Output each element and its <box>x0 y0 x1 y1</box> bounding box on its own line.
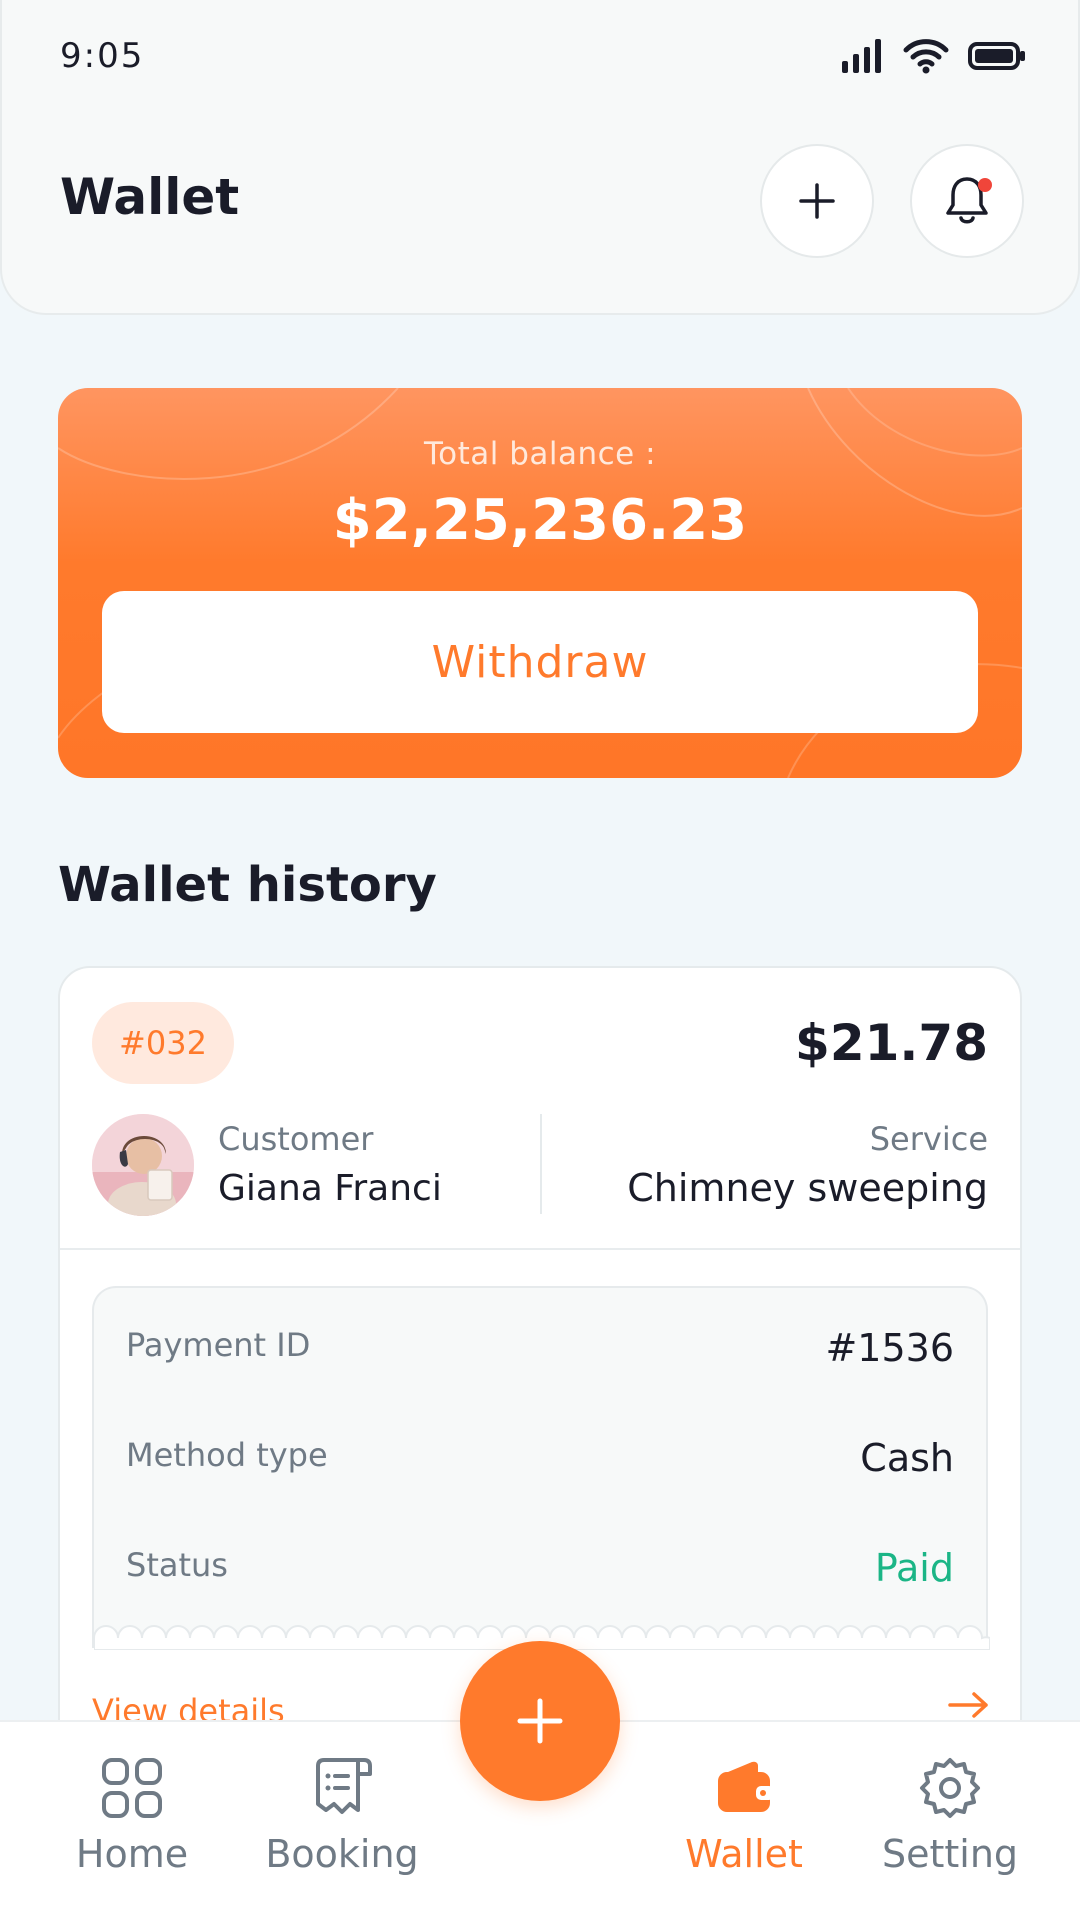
detail-value: Cash <box>860 1436 954 1480</box>
detail-value: #1536 <box>825 1326 954 1370</box>
status-value: Paid <box>874 1546 954 1590</box>
nav-item-wallet[interactable]: Wallet <box>644 1756 844 1876</box>
detail-row-method-type: Method type Cash <box>126 1436 954 1486</box>
divider <box>540 1114 542 1214</box>
nav-item-setting[interactable]: Setting <box>850 1756 1050 1876</box>
add-fab-button[interactable] <box>460 1641 620 1801</box>
customer-avatar <box>92 1114 194 1216</box>
arrow-right-icon[interactable] <box>948 1690 990 1720</box>
nav-label: Setting <box>881 1832 1019 1876</box>
nav-label: Home <box>75 1832 189 1876</box>
grid-icon <box>102 1758 162 1818</box>
receipt-icon <box>316 1758 372 1814</box>
order-id-badge: #032 <box>92 1002 234 1084</box>
nav-label: Wallet <box>685 1832 803 1876</box>
battery-icon <box>968 42 1025 70</box>
header: 9:05 Wallet <box>0 0 1080 315</box>
plus-icon <box>517 1698 563 1744</box>
detail-row-payment-id: Payment ID #1536 <box>126 1326 954 1376</box>
wallet-history-title: Wallet history <box>58 857 437 913</box>
signal-icon <box>842 39 881 73</box>
detail-label: Method type <box>126 1436 328 1474</box>
notifications-button[interactable] <box>910 144 1024 258</box>
balance-label: Total balance : <box>423 436 657 472</box>
notification-dot <box>978 178 992 192</box>
payment-details: Payment ID #1536 Method type Cash Status… <box>92 1286 990 1650</box>
wallet-icon <box>718 1761 774 1812</box>
balance-card: Total balance : $2,25,236.23 Withdraw <box>58 388 1022 778</box>
gear-icon <box>920 1758 980 1818</box>
nav-item-booking[interactable]: Booking <box>242 1756 442 1876</box>
add-button[interactable] <box>760 144 874 258</box>
wifi-icon <box>903 39 949 74</box>
plus-icon <box>799 183 835 219</box>
nav-item-home[interactable]: Home <box>32 1756 232 1876</box>
withdraw-button[interactable]: Withdraw <box>102 591 978 733</box>
nav-label: Booking <box>265 1832 419 1876</box>
balance-amount: $2,25,236.23 <box>332 488 748 553</box>
page-title: Wallet <box>60 168 240 226</box>
service-name: Chimney sweeping <box>627 1166 988 1210</box>
detail-label: Status <box>126 1546 228 1584</box>
status-icons <box>842 38 1026 74</box>
transaction-amount: $21.78 <box>795 1014 988 1072</box>
service-label: Service <box>869 1120 988 1158</box>
customer-name: Giana Franci <box>218 1168 442 1209</box>
detail-label: Payment ID <box>126 1326 311 1364</box>
status-time: 9:05 <box>60 36 145 76</box>
divider <box>60 1248 1020 1250</box>
customer-label: Customer <box>218 1120 374 1158</box>
detail-row-status: Status Paid <box>126 1546 954 1596</box>
status-bar: 9:05 <box>2 0 1080 112</box>
